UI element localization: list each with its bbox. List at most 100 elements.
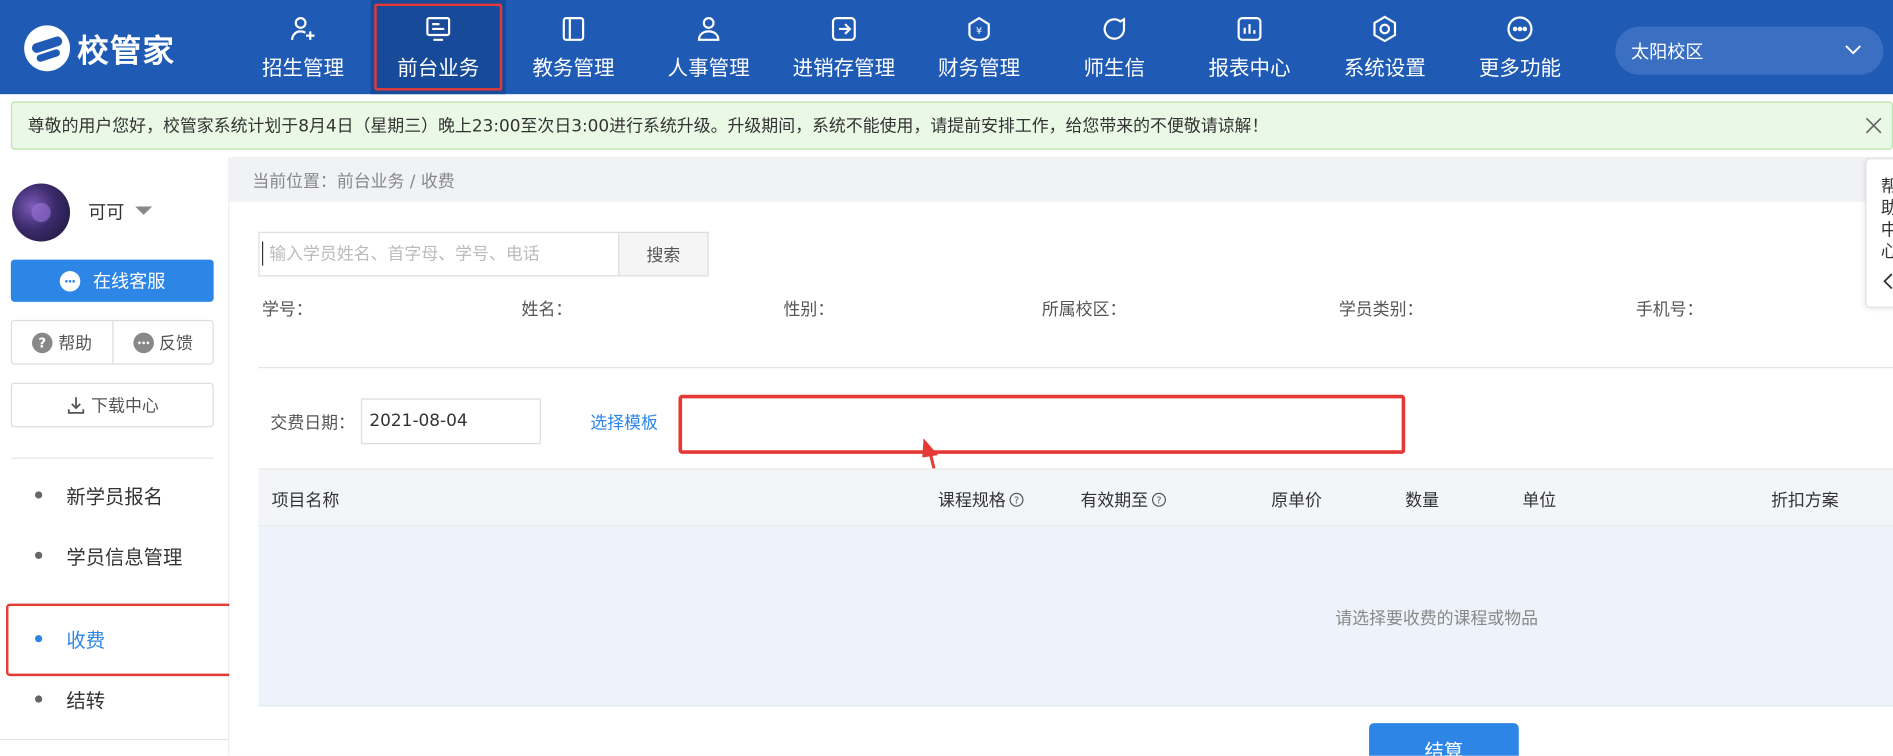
help-center-label: 帮助中心	[1881, 176, 1893, 263]
col-discount: 折扣方案	[1771, 488, 1839, 512]
search-button[interactable]: 搜索	[618, 231, 709, 277]
nav-item-inventory[interactable]: 进销存管理	[776, 0, 911, 94]
nav-item-more[interactable]: 更多功能	[1452, 0, 1587, 94]
sidebar-divider	[0, 738, 230, 741]
stock-icon	[831, 16, 856, 41]
col-label: 项目名称	[271, 491, 340, 511]
online-service-label: 在线客服	[92, 270, 166, 293]
nav-label: 报表中心	[1208, 56, 1291, 81]
nav-item-hr[interactable]: 人事管理	[641, 0, 776, 94]
person-icon	[697, 16, 720, 41]
sidebar-item-student-info[interactable]: 学员信息管理	[0, 531, 229, 579]
bullet	[35, 551, 43, 559]
breadcrumb: 当前位置：前台业务 / 收费	[252, 172, 455, 192]
chevron-down-icon	[1845, 45, 1862, 55]
nav-item-recruitment[interactable]: 招生管理	[235, 0, 370, 94]
nav-item-reports[interactable]: 报表中心	[1182, 0, 1317, 94]
nav-label: 系统设置	[1343, 56, 1426, 81]
report-icon	[1237, 16, 1262, 41]
nav-label: 人事管理	[667, 56, 750, 81]
select-template-link[interactable]: 选择模板	[590, 410, 658, 434]
download-center-button[interactable]: 下载中心	[10, 382, 214, 428]
help-center-tab[interactable]: 帮助中心	[1865, 158, 1893, 308]
sidebar-item-label: 学员信息管理	[66, 545, 183, 569]
col-label: 数量	[1405, 491, 1440, 511]
nav-label: 前台业务	[397, 56, 480, 81]
feedback-icon	[133, 331, 154, 353]
nav-label: 财务管理	[938, 56, 1021, 81]
nav-item-front-desk[interactable]: 前台业务	[370, 0, 506, 95]
settle-button[interactable]: 结算	[1369, 723, 1519, 756]
col-valid-until: 有效期至?	[1081, 488, 1167, 512]
sidebar-item-new-enrollment[interactable]: 新学员报名	[0, 471, 229, 519]
feedback-button[interactable]: 反馈	[111, 321, 213, 364]
nav-item-messaging[interactable]: 师生信	[1047, 0, 1182, 94]
text-cursor	[261, 241, 264, 266]
annotation-highlight-box	[678, 394, 1406, 454]
svg-text:?: ?	[39, 336, 47, 351]
svg-text:?: ?	[1014, 495, 1019, 506]
fee-table-body	[258, 526, 1893, 707]
fee-table-header: 项目名称 课程规格? 有效期至? 原单价 数量 单位 折扣方案	[258, 468, 1893, 527]
chevron-left-icon	[1883, 273, 1893, 290]
campus-label: 太阳校区	[1631, 40, 1704, 63]
logo-text: 校管家	[77, 33, 176, 70]
user-name[interactable]: 可可	[88, 199, 124, 224]
nav-label: 更多功能	[1478, 56, 1562, 81]
svg-text:¥: ¥	[976, 25, 982, 36]
student-id-label: 学号：	[261, 300, 313, 320]
nav-item-settings[interactable]: 系统设置	[1317, 0, 1452, 94]
main-nav: 招生管理 前台业务 教务管理 人事管理 进销存管理 ¥ 财务管理 师生信 报表中…	[235, 0, 1587, 95]
more-icon	[1507, 15, 1533, 41]
system-notice: 尊敬的用户您好，校管家系统计划于8月4日（星期三）晚上23:00至次日3:00进…	[10, 101, 1893, 150]
book-icon	[562, 16, 585, 41]
student-search-input[interactable]	[258, 231, 620, 277]
gender-label: 性别：	[783, 300, 835, 320]
payment-date-input[interactable]: 2021-08-04	[360, 398, 541, 445]
col-label: 课程规格	[938, 491, 1006, 511]
sidebar-item-label: 结转	[66, 689, 106, 713]
phone-label: 手机号：	[1635, 300, 1704, 320]
app-window: 校管家 招生管理 前台业务 教务管理 人事管理 进销存管理 ¥ 财务管理 师生信…	[0, 0, 1893, 756]
col-item-name: 项目名称	[272, 488, 340, 512]
bullet	[35, 695, 43, 703]
download-icon	[67, 396, 84, 414]
caret-down-icon[interactable]	[135, 206, 153, 215]
online-service-button[interactable]: 在线客服	[10, 259, 214, 302]
col-unit-price: 原单价	[1271, 488, 1322, 512]
nav-item-finance[interactable]: ¥ 财务管理	[911, 0, 1046, 94]
question-circle-icon[interactable]: ?	[1151, 492, 1166, 507]
col-course-spec: 课程规格?	[938, 488, 1024, 512]
student-type-label: 学员类别：	[1338, 300, 1424, 320]
question-circle-icon[interactable]: ?	[1009, 492, 1024, 507]
headset-icon	[59, 270, 81, 291]
nav-label: 招生管理	[261, 56, 345, 81]
help-feedback-group: ? 帮助 反馈	[10, 319, 214, 365]
feedback-label: 反馈	[159, 333, 193, 354]
close-icon[interactable]	[1865, 117, 1882, 134]
help-button[interactable]: ? 帮助	[12, 321, 112, 363]
nav-item-academic[interactable]: 教务管理	[506, 0, 641, 94]
logo-icon	[24, 25, 71, 72]
col-label: 单位	[1522, 491, 1557, 511]
chat-icon	[1103, 16, 1126, 40]
payment-date-label: 交费日期：	[270, 414, 355, 434]
avatar[interactable]	[12, 183, 71, 242]
campus-selector[interactable]: 太阳校区	[1615, 26, 1884, 75]
finance-icon: ¥	[968, 16, 990, 41]
sidebar-item-charge[interactable]: 收费	[0, 603, 241, 677]
help-label: 帮助	[58, 333, 93, 354]
section-divider	[258, 367, 1893, 369]
question-icon: ?	[32, 331, 53, 353]
sidebar-item-carry-over[interactable]: 结转	[0, 675, 229, 723]
notice-text: 尊敬的用户您好，校管家系统计划于8月4日（星期三）晚上23:00至次日3:00进…	[27, 117, 1269, 137]
empty-table-message: 请选择要收费的课程或物品	[1335, 609, 1539, 629]
col-label: 原单价	[1271, 491, 1322, 511]
student-name-label: 姓名：	[521, 300, 573, 320]
user-plus-icon	[291, 16, 315, 40]
top-navbar: 校管家 招生管理 前台业务 教务管理 人事管理 进销存管理 ¥ 财务管理 师生信…	[0, 0, 1893, 95]
col-quantity: 数量	[1405, 488, 1439, 512]
logo: 校管家	[24, 24, 175, 72]
nav-label: 师生信	[1083, 56, 1146, 81]
campus-label: 所属校区：	[1041, 300, 1127, 320]
